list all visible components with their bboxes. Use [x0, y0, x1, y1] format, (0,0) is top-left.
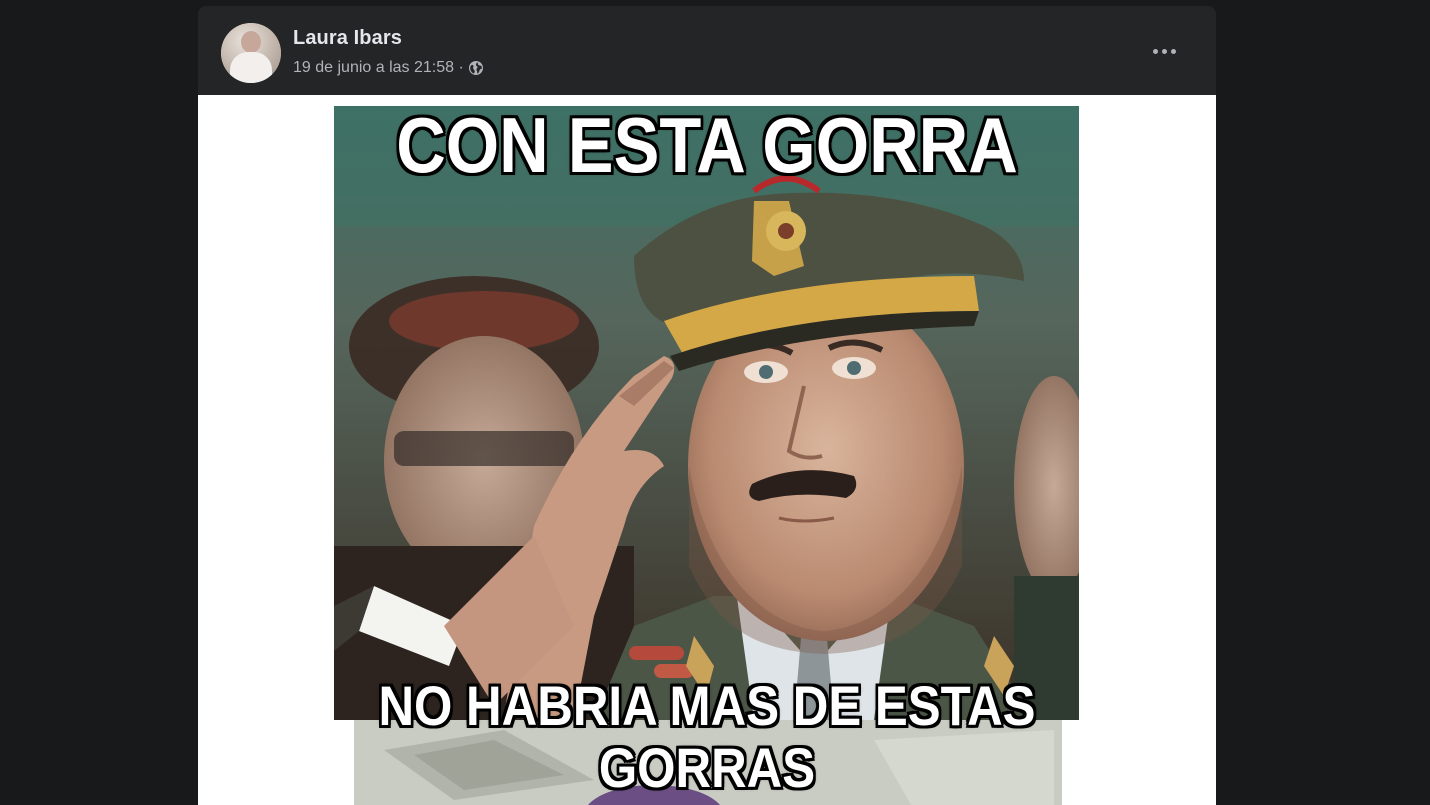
- meme-bottom-caption-line2: GORRAS: [598, 736, 816, 799]
- meme-bottom-caption-line1: NO HABRIA MAS DE ESTAS: [378, 674, 1036, 737]
- more-horizontal-icon-dot: [1170, 48, 1176, 54]
- post-more-options-button[interactable]: [1145, 36, 1183, 66]
- meme-photo: [334, 106, 1079, 720]
- post-media[interactable]: CON ESTA GORRA NO HABRIA MAS DE ESTAS GO…: [198, 95, 1216, 805]
- avatar-person-body: [230, 52, 272, 83]
- meme-photo-illustration: [334, 106, 1079, 720]
- feed-page: Laura Ibars 19 de junio a las 21:58 · CO…: [0, 0, 1430, 805]
- meme-top-caption: CON ESTA GORRA: [396, 101, 1018, 189]
- post-timestamp-link[interactable]: 19 de junio a las 21:58 ·: [293, 59, 464, 77]
- more-horizontal-icon: [1152, 48, 1158, 54]
- more-horizontal-icon-dot: [1161, 48, 1167, 54]
- author-name-link[interactable]: Laura Ibars: [293, 27, 402, 50]
- author-avatar[interactable]: [221, 23, 281, 83]
- post-meta: 19 de junio a las 21:58 ·: [293, 59, 484, 77]
- meme-bottom-caption: NO HABRIA MAS DE ESTAS GORRAS: [259, 675, 1155, 799]
- post-header: Laura Ibars 19 de junio a las 21:58 ·: [198, 6, 1216, 95]
- post-card: Laura Ibars 19 de junio a las 21:58 · CO…: [198, 6, 1216, 805]
- globe-icon[interactable]: [468, 60, 484, 76]
- avatar-person-head: [241, 31, 261, 53]
